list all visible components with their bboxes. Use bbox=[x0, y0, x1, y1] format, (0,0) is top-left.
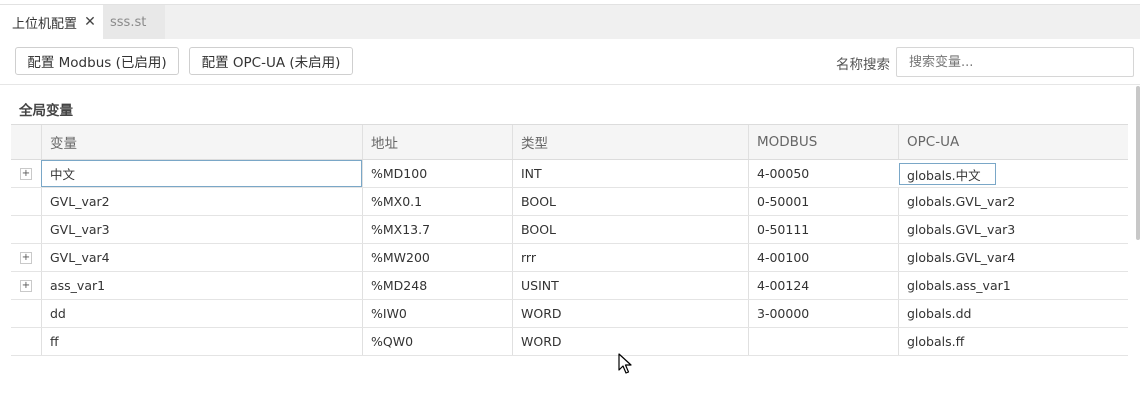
cell-type[interactable]: BOOL bbox=[512, 216, 748, 243]
table-row[interactable]: ff %QW0 WORD globals.ff bbox=[11, 328, 1128, 356]
cell-opcua[interactable]: globals.ass_var1 bbox=[898, 272, 1128, 299]
expander-cell bbox=[11, 300, 41, 327]
plus-icon[interactable]: + bbox=[20, 251, 32, 264]
cell-variable[interactable]: ass_var1 bbox=[41, 272, 362, 299]
plus-icon[interactable]: + bbox=[20, 279, 32, 292]
tab-label: 上位机配置 bbox=[12, 17, 78, 32]
cell-type[interactable]: WORD bbox=[512, 300, 748, 327]
cell-type[interactable]: INT bbox=[512, 160, 748, 187]
configure-modbus-button[interactable]: 配置 Modbus (已启用) bbox=[15, 47, 179, 75]
cell-address[interactable]: %MW200 bbox=[362, 244, 512, 271]
expander-cell bbox=[11, 328, 41, 355]
cell-type[interactable]: WORD bbox=[512, 328, 748, 355]
cell-type[interactable]: USINT bbox=[512, 272, 748, 299]
cell-variable[interactable]: GVL_var4 bbox=[41, 244, 362, 271]
cell-modbus[interactable]: 4-00050 bbox=[748, 160, 898, 187]
cell-opcua[interactable]: globals.GVL_var4 bbox=[898, 244, 1128, 271]
table-row[interactable]: + GVL_var4 %MW200 rrr 4-00100 globals.GV… bbox=[11, 244, 1128, 272]
cell-modbus[interactable]: 0-50111 bbox=[748, 216, 898, 243]
cell-modbus[interactable] bbox=[748, 328, 898, 355]
table-row[interactable]: + ass_var1 %MD248 USINT 4-00124 globals.… bbox=[11, 272, 1128, 300]
cell-modbus[interactable]: 4-00124 bbox=[748, 272, 898, 299]
expander-cell: + bbox=[11, 272, 41, 299]
header-modbus[interactable]: MODBUS bbox=[748, 125, 898, 159]
tab-bar: 上位机配置 ✕ sss.st bbox=[0, 4, 1140, 40]
header-address[interactable]: 地址 bbox=[362, 125, 512, 159]
cell-opcua[interactable]: globals.中文 bbox=[899, 163, 996, 185]
expander-cell bbox=[11, 216, 41, 243]
cell-modbus[interactable]: 4-00100 bbox=[748, 244, 898, 271]
cell-modbus[interactable]: 0-50001 bbox=[748, 188, 898, 215]
cell-opcua[interactable]: globals.GVL_var3 bbox=[898, 216, 1128, 243]
cell-address[interactable]: %MX0.1 bbox=[362, 188, 512, 215]
header-type[interactable]: 类型 bbox=[512, 125, 748, 159]
table-row[interactable]: GVL_var3 %MX13.7 BOOL 0-50111 globals.GV… bbox=[11, 216, 1128, 244]
header-expander-column bbox=[11, 125, 41, 159]
cell-opcua[interactable]: globals.ff bbox=[898, 328, 1128, 355]
cell-variable[interactable]: ff bbox=[41, 328, 362, 355]
cell-modbus[interactable]: 3-00000 bbox=[748, 300, 898, 327]
cell-type[interactable]: rrr bbox=[512, 244, 748, 271]
plus-icon[interactable]: + bbox=[20, 167, 32, 180]
close-icon[interactable]: ✕ bbox=[83, 15, 97, 29]
expander-cell bbox=[11, 188, 41, 215]
expander-cell: + bbox=[11, 244, 41, 271]
tab-host-config[interactable]: 上位机配置 ✕ bbox=[0, 5, 103, 40]
search-label: 名称搜索 bbox=[836, 57, 890, 73]
header-variable[interactable]: 变量 bbox=[41, 125, 362, 159]
cell-address[interactable]: %MD248 bbox=[362, 272, 512, 299]
tab-sss-st[interactable]: sss.st bbox=[103, 5, 165, 40]
cell-variable[interactable]: GVL_var2 bbox=[41, 188, 362, 215]
tab-label: sss.st bbox=[110, 15, 147, 30]
cell-address[interactable]: %QW0 bbox=[362, 328, 512, 355]
mouse-pointer-icon bbox=[618, 353, 632, 374]
vertical-scrollbar[interactable] bbox=[1136, 86, 1140, 240]
header-opcua[interactable]: OPC-UA bbox=[898, 125, 1128, 159]
cell-variable[interactable]: GVL_var3 bbox=[41, 216, 362, 243]
toolbar: 配置 Modbus (已启用) 配置 OPC-UA (未启用) 名称搜索 bbox=[0, 39, 1140, 85]
table-header: 变量 地址 类型 MODBUS OPC-UA bbox=[11, 124, 1128, 160]
cell-variable[interactable]: 中文 bbox=[41, 160, 362, 187]
cell-type[interactable]: BOOL bbox=[512, 188, 748, 215]
cell-address[interactable]: %MD100 bbox=[362, 160, 512, 187]
table-row[interactable]: + 中文 %MD100 INT 4-00050 globals.中文 bbox=[11, 160, 1128, 188]
expander-cell: + bbox=[11, 160, 41, 187]
cell-address[interactable]: %IW0 bbox=[362, 300, 512, 327]
global-variables-table: 变量 地址 类型 MODBUS OPC-UA + 中文 %MD100 INT 4… bbox=[11, 124, 1128, 356]
table-row[interactable]: dd %IW0 WORD 3-00000 globals.dd bbox=[11, 300, 1128, 328]
cell-opcua[interactable]: globals.GVL_var2 bbox=[898, 188, 1128, 215]
configure-opcua-button[interactable]: 配置 OPC-UA (未启用) bbox=[189, 47, 353, 75]
cell-variable[interactable]: dd bbox=[41, 300, 362, 327]
table-row[interactable]: GVL_var2 %MX0.1 BOOL 0-50001 globals.GVL… bbox=[11, 188, 1128, 216]
section-title: 全局变量 bbox=[19, 103, 73, 119]
cell-address[interactable]: %MX13.7 bbox=[362, 216, 512, 243]
cell-opcua[interactable]: globals.dd bbox=[898, 300, 1128, 327]
search-input[interactable] bbox=[896, 47, 1134, 77]
